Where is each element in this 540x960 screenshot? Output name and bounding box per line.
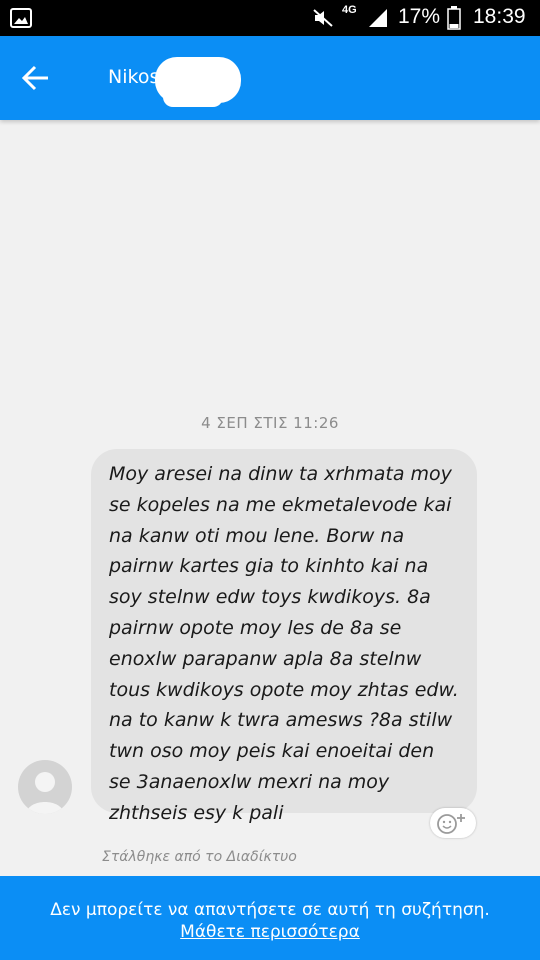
message-bubble[interactable]: Moy aresei na dinw ta xrhmata moy se kop…	[91, 449, 477, 824]
learn-more-link[interactable]: Μάθετε περισσότερα	[180, 922, 360, 942]
sent-via-label: Στάλθηκε από το Διαδίκτυο	[102, 849, 297, 865]
back-button[interactable]	[14, 56, 58, 100]
mute-icon	[313, 9, 333, 27]
message-text: Moy aresei na dinw ta xrhmata moy se kop…	[109, 463, 459, 824]
battery-percent: 17%	[398, 5, 441, 28]
status-bar: 4G 17% 18:39	[0, 0, 540, 36]
contact-name: Nikos	[108, 66, 160, 88]
battery-icon	[447, 6, 461, 30]
app-bar: Nikos	[0, 36, 540, 120]
network-type-label: 4G	[342, 4, 357, 16]
message-timestamp: 4 ΣΕΠ ΣΤΙΣ 11:26	[201, 414, 339, 432]
avatar	[18, 760, 72, 814]
add-reaction-icon	[437, 814, 465, 834]
clock: 18:39	[473, 5, 526, 28]
add-reaction-button[interactable]	[430, 808, 476, 838]
reply-disabled-footer: Δεν μπορείτε να απαντήσετε σε αυτή τη συ…	[0, 876, 540, 960]
person-silhouette-icon	[26, 772, 64, 814]
reply-disabled-notice: Δεν μπορείτε να απαντήσετε σε αυτή τη συ…	[50, 900, 490, 920]
learn-more-row: Μάθετε περισσότερα	[0, 922, 540, 942]
name-redaction	[155, 57, 241, 107]
gallery-icon	[10, 8, 32, 28]
signal-icon	[369, 9, 387, 27]
arrow-left-icon	[21, 65, 48, 91]
